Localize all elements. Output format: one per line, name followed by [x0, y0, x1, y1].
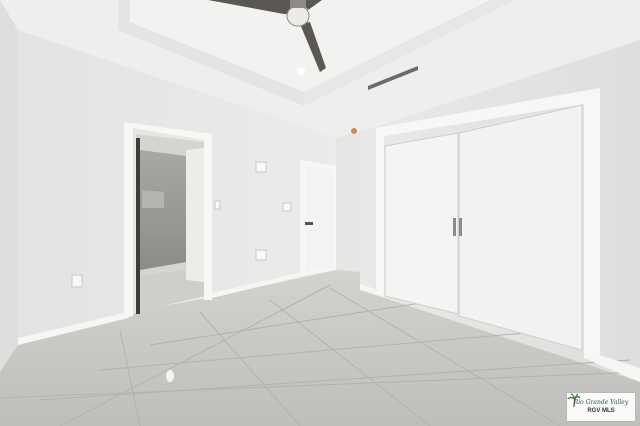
wall-outlet-2	[255, 249, 267, 261]
smoke-detector	[351, 128, 357, 134]
closet-door-left	[384, 132, 459, 315]
wall-plate	[255, 161, 267, 173]
hallway-door	[305, 166, 333, 272]
light-switch	[214, 200, 221, 210]
shower-niche	[142, 190, 164, 208]
light-switch-2	[282, 202, 292, 212]
recessed-light	[297, 67, 305, 75]
closet-handle-left	[453, 218, 456, 236]
room-scene	[0, 0, 640, 426]
door-handle	[305, 222, 313, 225]
bathroom-wall	[186, 148, 204, 282]
back-wall	[336, 132, 360, 272]
watermark-line1: Rio Grande Valley	[573, 399, 629, 406]
mls-watermark: Rio Grande Valley RGV MLS	[566, 392, 636, 422]
closet-handle-right	[459, 218, 462, 236]
watermark-line2: RGV MLS	[587, 408, 615, 414]
palm-tree-icon	[567, 393, 581, 407]
closet-door-right	[458, 104, 583, 351]
wall-outlet	[71, 274, 83, 288]
far-left-wall	[0, 0, 18, 372]
room-photo: Rio Grande Valley RGV MLS	[0, 0, 640, 426]
floor-reflection	[166, 370, 174, 382]
bathroom-shower	[140, 150, 186, 270]
bathroom-door-edge	[136, 138, 140, 314]
